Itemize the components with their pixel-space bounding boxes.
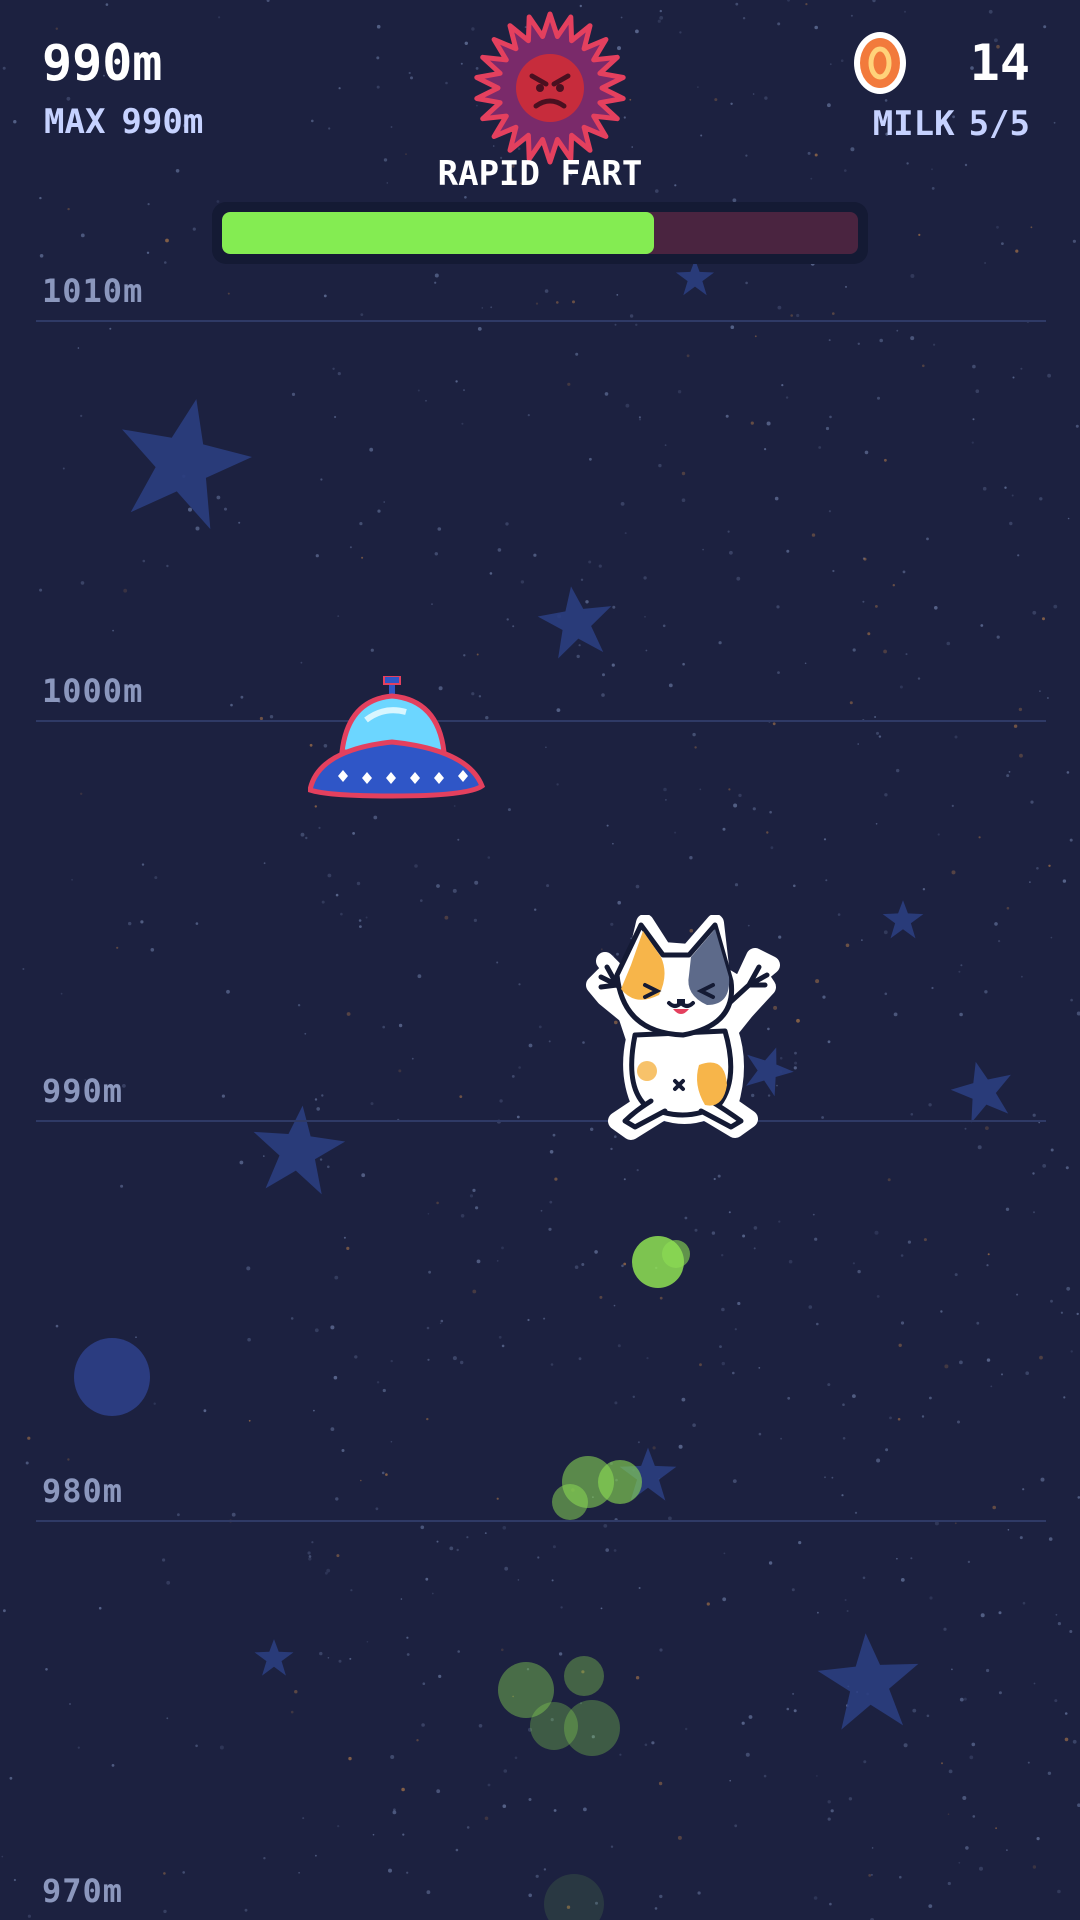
fart-cloud bbox=[544, 1874, 604, 1920]
milk-value: 5/5 bbox=[968, 104, 1030, 144]
coin-count: 14 bbox=[969, 34, 1030, 92]
altitude-label: 970m bbox=[42, 1872, 124, 1910]
background-star bbox=[675, 259, 715, 296]
boss-health-track bbox=[222, 212, 858, 254]
cat-player[interactable] bbox=[565, 915, 795, 1147]
background-star bbox=[537, 586, 612, 659]
background-planet bbox=[74, 1338, 150, 1416]
distance-counter: 990m bbox=[42, 34, 163, 92]
angry-spiky-virus-icon bbox=[474, 11, 626, 165]
ufo-enemy bbox=[308, 676, 486, 799]
background-star bbox=[817, 1633, 919, 1730]
boss-health-bar bbox=[212, 202, 868, 264]
altitude-label: 1010m bbox=[42, 272, 144, 310]
max-label: MAX bbox=[44, 102, 106, 142]
altitude-label: 990m bbox=[42, 1072, 124, 1110]
max-value: 990m bbox=[121, 102, 204, 142]
altitude-line bbox=[36, 320, 1046, 322]
background-star bbox=[950, 1061, 1011, 1123]
background-star bbox=[882, 900, 924, 939]
milk-counter: MILK 5/5 bbox=[859, 104, 1030, 144]
background-star bbox=[254, 1639, 294, 1676]
fart-cloud bbox=[632, 1236, 690, 1288]
altitude-line bbox=[36, 1120, 1046, 1122]
altitude-line bbox=[36, 1520, 1046, 1522]
altitude-line bbox=[36, 720, 1046, 722]
altitude-label: 980m bbox=[42, 1472, 124, 1510]
background-star bbox=[122, 399, 252, 530]
boss-health-fill bbox=[222, 212, 655, 254]
fart-cloud bbox=[498, 1656, 620, 1756]
coin-icon bbox=[854, 32, 906, 94]
milk-label: MILK bbox=[872, 104, 955, 144]
boss-title: RAPID FART bbox=[437, 154, 643, 194]
fart-cloud bbox=[552, 1456, 642, 1520]
game-screen[interactable]: 1010m 1000m 990m 980m 970m 990m MAX 990m… bbox=[0, 0, 1080, 1920]
altitude-label: 1000m bbox=[42, 672, 144, 710]
max-distance: MAX 990m bbox=[44, 102, 219, 142]
background-star bbox=[253, 1105, 346, 1195]
